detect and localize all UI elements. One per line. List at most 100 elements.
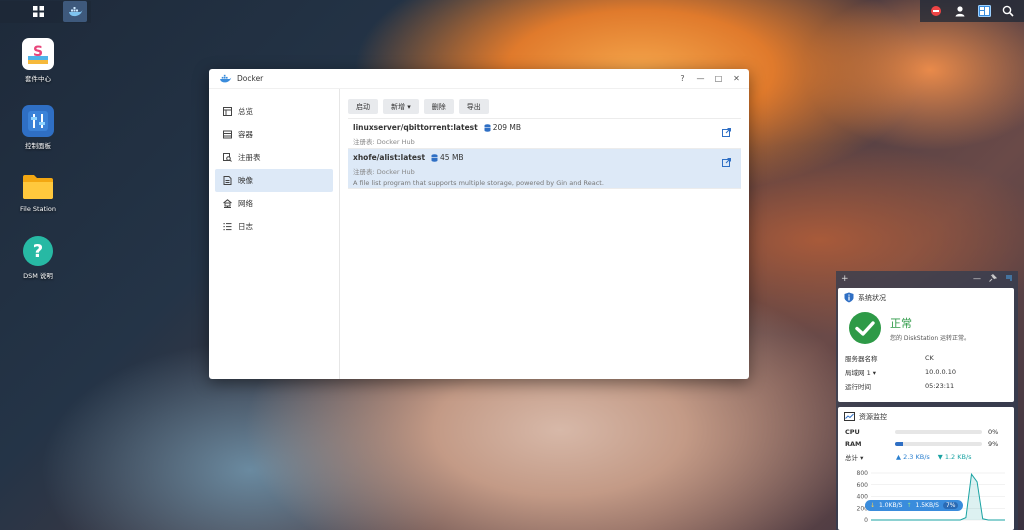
network-icon bbox=[223, 199, 232, 208]
help-button[interactable]: ? bbox=[678, 73, 687, 83]
sidebar-item-log[interactable]: 日志 bbox=[215, 215, 333, 238]
package-center-icon: S bbox=[22, 38, 54, 70]
desktop-icon-label: 控制面板 bbox=[25, 142, 51, 150]
widget-panel: + — 系统状况 正常 您的 DiskStation 运转正常。 服务器名称 C… bbox=[836, 271, 1018, 530]
minimize-button[interactable]: — bbox=[696, 73, 705, 83]
info-shield-icon bbox=[844, 292, 854, 303]
network-legend: ↓ 1.0KB/S ↑ 1.5KB/S 7% bbox=[865, 500, 964, 511]
cpu-bar bbox=[895, 430, 982, 434]
ram-bar bbox=[895, 442, 982, 446]
check-circle-icon bbox=[849, 312, 881, 344]
desktop-icon-file-station[interactable]: File Station bbox=[8, 170, 68, 213]
cpu-row: CPU 0% bbox=[838, 426, 1014, 438]
lan-dropdown[interactable]: 局域网 1 ▾ bbox=[845, 367, 925, 377]
search-icon[interactable] bbox=[1000, 3, 1016, 19]
desktop-icon-label: DSM 说明 bbox=[23, 272, 53, 280]
ram-bar-fill bbox=[895, 442, 903, 446]
desktop-icon-control-panel[interactable]: 控制面板 bbox=[8, 105, 68, 150]
taskbar bbox=[0, 0, 1024, 24]
chart-tick-label: 0 bbox=[864, 517, 868, 524]
sidebar-item-label: 日志 bbox=[238, 222, 253, 231]
open-external-icon[interactable] bbox=[722, 128, 731, 139]
network-chart: 800 600 400 200 0 ↓ 1.0KB/S ↑ 1.5KB/S 7% bbox=[845, 470, 1009, 526]
sidebar-item-label: 映像 bbox=[238, 176, 253, 185]
close-button[interactable]: ✕ bbox=[732, 73, 741, 83]
list-item[interactable]: xhofe/alist:latest 45 MB 注册表: Docker Hub… bbox=[348, 148, 741, 188]
row-value: CK bbox=[925, 354, 934, 362]
widget-settings-icon[interactable] bbox=[1005, 274, 1013, 284]
taskbar-right bbox=[920, 0, 1024, 22]
add-widget-button[interactable]: + bbox=[841, 274, 849, 284]
network-row: 总计 ▾ ▲ 2.3 KB/s ▼ 1.2 KB/s bbox=[845, 452, 972, 462]
lan-row: 局域网 1 ▾ 10.0.0.10 bbox=[838, 365, 1014, 379]
sidebar: 总览 容器 注册表 映像 网络 日志 bbox=[209, 89, 340, 379]
widgets-icon[interactable] bbox=[976, 3, 992, 19]
notification-icon[interactable] bbox=[928, 3, 944, 19]
export-button[interactable]: 导出 bbox=[458, 99, 489, 114]
window-titlebar[interactable]: Docker ? — □ ✕ bbox=[209, 69, 749, 89]
grid-icon bbox=[32, 6, 44, 17]
overview-icon bbox=[223, 107, 232, 116]
sidebar-item-image[interactable]: 映像 bbox=[215, 169, 333, 192]
start-button[interactable]: 启动 bbox=[348, 99, 378, 114]
legend-pct: 7% bbox=[942, 502, 959, 509]
system-status-widget: 系统状况 正常 您的 DiskStation 运转正常。 服务器名称 CK 局域… bbox=[838, 288, 1014, 402]
window-title: Docker bbox=[237, 74, 264, 83]
pin-icon[interactable] bbox=[989, 274, 998, 284]
ram-label: RAM bbox=[845, 440, 862, 448]
legend-up: 1.5KB/S bbox=[915, 502, 939, 509]
network-chart-svg: 8006004002000 bbox=[857, 470, 1005, 524]
row-value: 05:23:11 bbox=[925, 382, 955, 390]
user-icon[interactable] bbox=[952, 3, 968, 19]
legend-down: 1.0KB/S bbox=[879, 502, 903, 509]
ram-row: RAM 9% bbox=[838, 438, 1014, 450]
control-panel-icon bbox=[22, 105, 54, 137]
monitor-chart-icon bbox=[844, 412, 855, 421]
folder-icon bbox=[22, 170, 54, 202]
svg-text:?: ? bbox=[33, 241, 43, 262]
add-dropdown-button[interactable]: 新增 ▾ bbox=[383, 99, 419, 114]
server-name-row: 服务器名称 CK bbox=[838, 351, 1014, 365]
desktop-icon-label: File Station bbox=[19, 205, 57, 213]
image-name: xhofe/alist:latest bbox=[353, 153, 426, 162]
desktop-icon-dsm-help[interactable]: ? DSM 说明 bbox=[8, 235, 68, 280]
widget-title: 系统状况 bbox=[858, 293, 886, 302]
minimize-widgets-button[interactable]: — bbox=[973, 274, 981, 284]
sidebar-item-registry[interactable]: 注册表 bbox=[215, 146, 333, 169]
registry-search-icon bbox=[223, 153, 232, 162]
sidebar-item-label: 注册表 bbox=[238, 153, 261, 162]
uptime-row: 运行时间 05:23:11 bbox=[838, 379, 1014, 393]
list-item[interactable]: linuxserver/qbittorrent:latest 209 MB 注册… bbox=[348, 118, 741, 148]
row-key: 运行时间 bbox=[845, 383, 871, 391]
main-menu-button[interactable] bbox=[27, 1, 49, 22]
delete-button[interactable]: 删除 bbox=[423, 99, 454, 114]
row-key: 服务器名称 bbox=[845, 355, 878, 363]
main-content: 启动 新增 ▾ 删除 导出 linuxserver/qbittorrent:la… bbox=[340, 89, 749, 379]
maximize-button[interactable]: □ bbox=[714, 73, 723, 83]
download-arrow-icon: ↓ bbox=[870, 502, 876, 509]
sidebar-item-overview[interactable]: 总览 bbox=[215, 100, 333, 123]
svg-text:S: S bbox=[33, 44, 43, 60]
toolbar: 启动 新增 ▾ 删除 导出 bbox=[348, 99, 741, 114]
docker-icon bbox=[68, 6, 82, 16]
sidebar-item-network[interactable]: 网络 bbox=[215, 192, 333, 215]
upload-arrow-icon: ↑ bbox=[906, 502, 912, 509]
image-size: 209 MB bbox=[492, 123, 522, 132]
row-value: 10.0.0.10 bbox=[925, 368, 957, 376]
sidebar-item-container[interactable]: 容器 bbox=[215, 123, 333, 146]
chart-series-area bbox=[871, 474, 1005, 520]
download-rate: 1.2 KB/s bbox=[944, 453, 972, 461]
taskbar-docker-button[interactable] bbox=[63, 1, 87, 22]
open-external-icon[interactable] bbox=[722, 158, 731, 169]
resource-monitor-widget: 资源监控 CPU 0% RAM 9% 总计 ▾ ▲ 2.3 KB/s ▼ 1.2… bbox=[838, 407, 1014, 530]
desktop-icon-package-center[interactable]: S 套件中心 bbox=[8, 38, 68, 83]
status-message: 您的 DiskStation 运转正常。 bbox=[890, 334, 971, 342]
widget-title: 资源监控 bbox=[859, 412, 887, 421]
cpu-label: CPU bbox=[845, 428, 860, 436]
database-icon bbox=[431, 153, 438, 162]
image-size: 45 MB bbox=[440, 153, 464, 162]
upload-rate: 2.3 KB/s bbox=[903, 453, 930, 461]
chart-tick-label: 600 bbox=[857, 482, 869, 489]
network-dropdown[interactable]: 总计 ▾ bbox=[845, 452, 896, 462]
cpu-value: 0% bbox=[988, 428, 999, 436]
